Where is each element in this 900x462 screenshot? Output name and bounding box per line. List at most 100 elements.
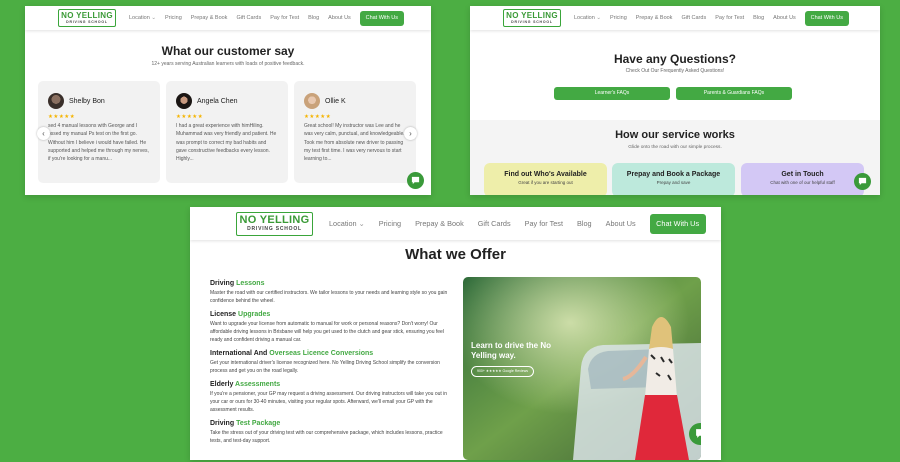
service-step-title: Get in Touch [781, 171, 824, 178]
review-text: sed 4 manual lessons with George and I p… [48, 123, 149, 163]
logo-text: NO YELLING [506, 11, 558, 20]
reviewer: Ollie K [304, 93, 406, 109]
nav-pay-for-test[interactable]: Pay for Test [525, 219, 563, 228]
nav-location[interactable]: Location ⌄ [329, 219, 365, 228]
review-text: Great school! My instructor was Lee and … [304, 123, 405, 163]
offer-description: If you're a pensioner, your GP may reque… [210, 391, 448, 413]
offer-item: Elderly Assessments If you're a pensione… [210, 380, 452, 414]
offer-heading: Driving Test Package [210, 420, 281, 427]
site-logo[interactable]: NO YELLING DRIVING SCHOOL [236, 211, 313, 236]
offer-heading-link[interactable]: Lessons [236, 280, 264, 287]
offer-description: Master the road with our certified instr… [210, 290, 448, 304]
service-step-card[interactable]: Prepay and Book a Package Prepay and sav… [612, 163, 735, 195]
nav-pay-for-test[interactable]: Pay for Test [715, 15, 744, 21]
offer-list: Driving Lessons Master the road with our… [210, 279, 452, 450]
nav-location[interactable]: Location ⌄ [129, 15, 156, 21]
nav-pricing[interactable]: Pricing [165, 15, 182, 21]
nav-pay-for-test[interactable]: Pay for Test [270, 15, 299, 21]
site-nav: NO YELLING DRIVING SCHOOL Location ⌄ Pri… [25, 6, 431, 30]
service-step-title: Find out Who's Available [504, 171, 587, 178]
nav-gift-cards[interactable]: Gift Cards [681, 15, 706, 21]
reviewer-name: Shelby Bon [69, 97, 105, 105]
review-card: Angela Chen ★★★★★ I had a great experien… [166, 81, 288, 183]
nav-gift-cards[interactable]: Gift Cards [478, 219, 511, 228]
nav-prepay-book[interactable]: Prepay & Book [636, 15, 673, 21]
reviewer-name: Angela Chen [197, 97, 238, 105]
offer-heading: International And Overseas Licence Conve… [210, 350, 374, 357]
offer-heading-link[interactable]: Test Package [236, 420, 280, 427]
service-step-card[interactable]: Find out Who's Available Great if you ar… [484, 163, 607, 195]
nav-gift-cards[interactable]: Gift Cards [236, 15, 261, 21]
chat-with-us-button[interactable]: Chat With Us [649, 213, 706, 234]
offer-description: Want to upgrade your license from automa… [210, 321, 444, 343]
nav-pricing[interactable]: Pricing [379, 219, 401, 228]
logo-subtext: DRIVING SCHOOL [66, 20, 108, 24]
nav-prepay-book[interactable]: Prepay & Book [191, 15, 228, 21]
offer-title: What we Offer [405, 246, 506, 263]
nav-about-us[interactable]: About Us [773, 15, 796, 21]
site-logo[interactable]: NO YELLING DRIVING SCHOOL [503, 9, 561, 27]
offer-screenshot: NO YELLING DRIVING SCHOOL Location ⌄ Pri… [190, 207, 721, 460]
reviews-subtitle: 12+ years serving Australian learners wi… [151, 61, 305, 67]
service-step-subtitle: Great if you are starting out [518, 180, 573, 185]
service-step-card[interactable]: Get in Touch Chat with one of our helpfu… [741, 163, 864, 195]
reviews-screenshot: NO YELLING DRIVING SCHOOL Location ⌄ Pri… [25, 6, 431, 195]
chevron-down-icon: ⌄ [596, 15, 601, 21]
service-step-title: Prepay and Book a Package [626, 171, 721, 178]
nav-about-us[interactable]: About Us [606, 219, 636, 228]
chat-bubble-icon[interactable] [407, 172, 424, 189]
offer-heading-link[interactable]: Overseas Licence Conversions [269, 350, 373, 357]
google-reviews-badge: 900+ ★★★★★ Google Reviews [471, 366, 535, 377]
nav-blog[interactable]: Blog [753, 15, 764, 21]
avatar [48, 93, 64, 109]
service-subtitle: Glide onto the road with our simple proc… [628, 145, 722, 150]
nav-about-us[interactable]: About Us [328, 15, 351, 21]
carousel-next-icon[interactable]: › [404, 127, 417, 140]
offer-description: Get your international driver's license … [210, 360, 440, 374]
logo-text: NO YELLING [61, 11, 113, 20]
review-card: Shelby Bon ★★★★★ sed 4 manual lessons wi… [38, 81, 160, 183]
review-card: Ollie K ★★★★★ Great school! My instructo… [294, 81, 416, 183]
nav-menu: Location ⌄ Pricing Prepay & Book Gift Ca… [129, 10, 404, 26]
site-nav: NO YELLING DRIVING SCHOOL Location ⌄ Pri… [470, 6, 880, 30]
avatar [304, 93, 320, 109]
reviewer: Angela Chen [176, 93, 278, 109]
logo-subtext: DRIVING SCHOOL [247, 226, 302, 232]
nav-prepay-book[interactable]: Prepay & Book [415, 219, 464, 228]
offer-item: Driving Test Package Take the stress out… [210, 419, 452, 445]
reviews-title: What our customer say [161, 44, 295, 58]
chat-bubble-icon[interactable] [854, 173, 871, 190]
carousel-prev-icon[interactable]: ‹ [37, 127, 50, 140]
nav-location[interactable]: Location ⌄ [574, 15, 601, 21]
offer-heading-link[interactable]: Upgrades [238, 311, 270, 318]
chat-with-us-button[interactable]: Chat With Us [359, 10, 404, 26]
chat-with-us-button[interactable]: Chat With Us [804, 10, 849, 26]
offer-heading: Driving Lessons [210, 280, 265, 287]
reviewer: Shelby Bon [48, 93, 150, 109]
parents-faq-button[interactable]: Parents & Guardians FAQs [676, 87, 792, 100]
offer-description: Take the stress out of your driving test… [210, 430, 443, 444]
hero-photo-heading: Learn to drive the No Yelling way. [471, 341, 552, 360]
service-step-subtitle: Prepay and save [656, 180, 691, 185]
nav-blog[interactable]: Blog [308, 15, 319, 21]
site-logo[interactable]: NO YELLING DRIVING SCHOOL [58, 9, 116, 27]
reviewer-name: Ollie K [325, 97, 346, 105]
hero-photo: Learn to drive the No Yelling way. 900+ … [463, 277, 701, 460]
learners-faq-button[interactable]: Learner's FAQs [554, 87, 670, 100]
offer-heading: Elderly Assessments [210, 381, 281, 388]
service-title: How our service works [615, 129, 735, 141]
offer-item: International And Overseas Licence Conve… [210, 349, 452, 375]
logo-subtext: DRIVING SCHOOL [511, 20, 553, 24]
chevron-down-icon: ⌄ [358, 219, 365, 228]
nav-pricing[interactable]: Pricing [610, 15, 627, 21]
offer-item: License Upgrades Want to upgrade your li… [210, 310, 452, 344]
nav-blog[interactable]: Blog [577, 219, 592, 228]
offer-heading-link[interactable]: Assessments [235, 381, 280, 388]
service-step-subtitle: Chat with one of our helpful staff [770, 180, 835, 185]
star-rating: ★★★★★ [176, 114, 204, 120]
faq-subtitle: Check Out Our Frequently Asked Questions… [625, 68, 725, 74]
site-nav: NO YELLING DRIVING SCHOOL Location ⌄ Pri… [190, 207, 721, 240]
star-rating: ★★★★★ [48, 114, 76, 120]
nav-menu: Location ⌄ Pricing Prepay & Book Gift Ca… [574, 10, 849, 26]
logo-text: NO YELLING [239, 214, 310, 226]
